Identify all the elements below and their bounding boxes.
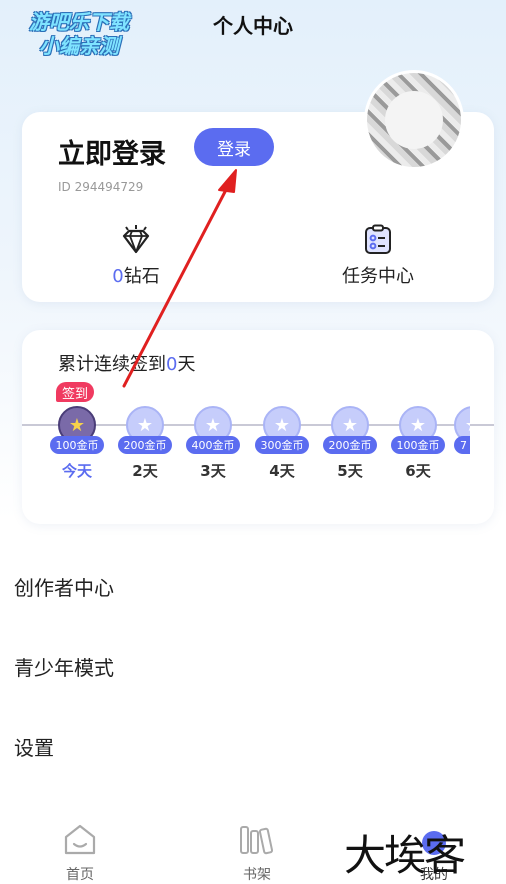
reward-pill: 200金币 — [118, 436, 172, 454]
diamond-icon — [36, 224, 236, 256]
reward-pill: 100金币 — [50, 436, 104, 454]
page-title: 个人中心 — [213, 14, 293, 38]
signin-day[interactable]: ★ 200金币 2天 — [112, 406, 178, 481]
tab-bookshelf[interactable]: 书架 — [217, 822, 297, 884]
day-label: 2天 — [132, 462, 158, 480]
reward-pill: 400金币 — [186, 436, 240, 454]
home-icon — [40, 822, 120, 858]
profile-card: 立即登录 登录 ID 294494729 0钻石 任务中心 — [22, 70, 494, 302]
tab-bookshelf-label: 书架 — [243, 867, 271, 883]
signin-title: 累计连续签到0天 — [58, 354, 196, 375]
watermark-signature: 大埃客 — [344, 831, 466, 880]
signin-day[interactable]: ★ 400金币 3天 — [180, 406, 246, 481]
day-label: 3天 — [200, 462, 226, 480]
reward-pill: 7 — [454, 436, 470, 454]
login-title[interactable]: 立即登录 — [58, 132, 166, 171]
signin-day[interactable]: ★ 300金币 4天 — [249, 406, 315, 481]
task-icon — [278, 224, 478, 256]
day-label: 5天 — [337, 462, 363, 480]
day-label: 6天 — [405, 462, 431, 480]
menu-settings[interactable]: 设置 — [14, 732, 54, 761]
diamond-stat[interactable]: 0钻石 — [36, 224, 236, 288]
user-id: ID 294494729 — [58, 180, 144, 194]
login-button[interactable]: 登录 — [194, 128, 274, 166]
signin-day-clipped[interactable]: ★ 7 — [454, 406, 470, 466]
day-label: 今天 — [61, 462, 92, 480]
signin-count: 0 — [166, 354, 178, 375]
reward-pill: 300金币 — [255, 436, 309, 454]
reward-pill: 200金币 — [323, 436, 377, 454]
task-center[interactable]: 任务中心 — [278, 224, 478, 288]
diamond-label: 钻石 — [123, 266, 160, 287]
menu-youth-mode[interactable]: 青少年模式 — [14, 652, 114, 681]
avatar[interactable] — [364, 70, 464, 170]
bookshelf-icon — [217, 822, 297, 858]
task-label: 任务中心 — [342, 266, 414, 287]
diamond-count: 0 — [112, 266, 124, 287]
signin-badge[interactable]: 签到 — [56, 382, 95, 402]
signin-day[interactable]: ★ 100金币 今天 — [44, 406, 110, 481]
reward-pill: 100金币 — [391, 436, 445, 454]
day-label: 4天 — [269, 462, 295, 480]
tab-home-label: 首页 — [66, 867, 94, 883]
menu-creator-center[interactable]: 创作者中心 — [14, 572, 114, 601]
signin-day[interactable]: ★ 100金币 6天 — [385, 406, 451, 481]
signin-day[interactable]: ★ 200金币 5天 — [317, 406, 383, 481]
tab-home[interactable]: 首页 — [40, 822, 120, 884]
signin-card: 累计连续签到0天 签到 ★ 100金币 今天 ★ 200金币 2天 ★ 400金… — [22, 330, 494, 524]
